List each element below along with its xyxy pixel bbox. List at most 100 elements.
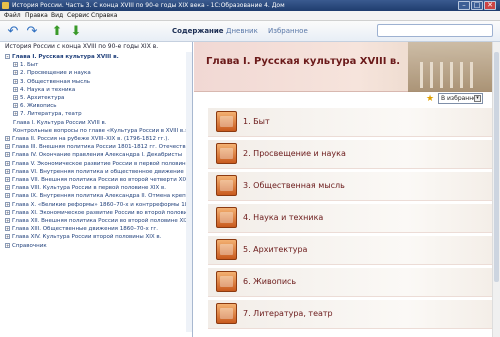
expand-icon[interactable]: + <box>5 185 10 191</box>
tree-item-label: Справочник <box>12 242 47 249</box>
topic-item[interactable]: 2. Просвещение и наука <box>208 140 492 169</box>
tree-item-label: Глава XIII. Общественные движения 1860–7… <box>12 226 158 233</box>
topic-item-label: 2. Просвещение и наука <box>243 149 346 158</box>
expand-icon[interactable]: + <box>5 160 10 166</box>
expand-icon[interactable]: + <box>5 226 10 232</box>
chevron-down-icon[interactable]: ▾ <box>474 95 481 102</box>
menu-tools[interactable]: Сервис <box>67 12 89 20</box>
expand-icon[interactable]: + <box>13 62 18 68</box>
tree-item-label: Глава IX. Внутренняя политика Александра… <box>12 193 192 200</box>
expand-icon[interactable]: + <box>13 86 18 92</box>
tab-contents[interactable]: Содержание <box>172 27 224 36</box>
tree-item[interactable]: + Глава VII. Внешняя политика России во в… <box>5 176 192 184</box>
expand-icon[interactable]: + <box>5 152 10 158</box>
expand-icon[interactable]: + <box>5 201 10 207</box>
menu-file[interactable]: Файл <box>4 12 21 20</box>
forward-arrow-icon[interactable]: ↷ <box>24 24 40 40</box>
tree-item-label: Глава I. Культура России XVIII в. <box>13 119 107 126</box>
tree-header: История России с конца XVIII по 90-е год… <box>5 43 159 50</box>
menu-view[interactable]: Вид <box>51 12 63 20</box>
tree-item[interactable]: Глава I. Культура России XVIII в. <box>13 119 106 127</box>
tree-item-label: Глава XI. Экономическое развитие России … <box>12 209 193 216</box>
search-input[interactable] <box>377 24 493 37</box>
tree-item[interactable]: + Глава XII. Внешняя политика России во в… <box>5 217 193 225</box>
star-icon[interactable]: ★ <box>426 94 434 104</box>
topic-item[interactable]: 1. Быт <box>208 108 492 137</box>
back-arrow-icon[interactable]: ↶ <box>5 24 21 40</box>
expand-icon[interactable]: + <box>5 242 10 248</box>
menu-help[interactable]: Справка <box>91 12 117 20</box>
tree-item-label: Глава I. Русская культура XVIII в. <box>12 54 119 60</box>
expand-icon[interactable]: + <box>5 209 10 215</box>
favorites-row: ★ В избранное ▾ <box>194 92 492 106</box>
tree-item-label: Глава II. Россия на рубеже XVIII–XIX в. … <box>12 136 170 142</box>
tree-item[interactable]: +5. Архитектура <box>13 94 64 102</box>
expand-icon[interactable]: + <box>13 78 18 84</box>
folder-icon <box>216 207 237 228</box>
topic-item[interactable]: 6. Живопись <box>208 268 492 297</box>
tree-scrollbar[interactable] <box>186 52 192 332</box>
expand-icon[interactable]: + <box>5 218 10 223</box>
title-bar: История России. Часть 3. С конца XVIII п… <box>0 0 500 11</box>
expand-icon[interactable]: + <box>5 168 10 174</box>
add-to-favorites-select[interactable]: В избранное ▾ <box>438 93 483 104</box>
topic-item[interactable]: 4. Наука и техника <box>208 204 492 233</box>
close-button[interactable]: ✕ <box>484 1 496 10</box>
tree-item-label: Глава X. «Великие реформы» 1860–70-х и к… <box>12 201 193 208</box>
minimize-button[interactable]: – <box>458 1 470 10</box>
up-arrow-icon[interactable]: ⬆ <box>49 24 65 40</box>
topic-item[interactable]: 5. Архитектура <box>208 236 492 265</box>
tree-item[interactable]: + Глава VIII. Культура России в первой по… <box>5 184 166 192</box>
content-pane: Глава I. Русская культура XVIII в. ★ В и… <box>194 42 500 337</box>
tree-item[interactable]: +2. Просвещение и наука <box>13 69 91 77</box>
tree-item[interactable]: +1. Быт <box>13 61 38 69</box>
topic-item[interactable]: 7. Литература, театр <box>208 300 492 329</box>
expand-icon[interactable]: + <box>13 95 18 100</box>
expand-icon[interactable]: + <box>5 144 10 150</box>
tree-item[interactable]: + Глава VI. Внутренняя политика и обществ… <box>5 168 193 176</box>
tab-diary[interactable]: Дневник <box>226 27 258 36</box>
tree-item[interactable]: + Глава X. «Великие реформы» 1860–70-х и … <box>5 201 193 209</box>
tree-item-label: 3. Общественная мысль <box>20 78 91 85</box>
expand-icon[interactable]: + <box>13 111 18 117</box>
tree-item[interactable]: +7. Литература, театр <box>13 110 82 118</box>
menu-bar: Файл Правка Вид Сервис Справка <box>0 11 500 21</box>
tree-item-label: 4. Наука и техника <box>20 86 76 93</box>
tree-item-label: Глава XII. Внешняя политика России во вт… <box>12 218 193 224</box>
tree-item[interactable]: + Справочник <box>5 242 47 250</box>
tree-item[interactable]: + Глава XIII. Общественные движения 1860–… <box>5 225 158 233</box>
tree-item[interactable]: + Глава IX. Внутренняя политика Александр… <box>5 192 192 200</box>
content-scrollbar[interactable] <box>492 42 500 337</box>
tree-item[interactable]: + Глава XIV. Культура России второй полов… <box>5 233 161 241</box>
chapter-title: Глава I. Русская культура XVIII в. <box>206 56 401 67</box>
chapter-banner: Глава I. Русская культура XVIII в. <box>194 42 492 92</box>
tab-favorites[interactable]: Избранное <box>268 27 308 36</box>
tree-item[interactable]: + Глава II. Россия на рубеже XVIII–XIX в.… <box>5 135 169 143</box>
down-arrow-icon[interactable]: ⬇ <box>68 24 84 40</box>
expand-icon[interactable]: + <box>5 177 10 182</box>
tree-item-label: Контрольные вопросы по главе «Культура Р… <box>13 127 189 134</box>
folder-icon <box>216 303 237 324</box>
tree-item[interactable]: – Глава I. Русская культура XVIII в. <box>5 53 119 61</box>
tree-item-label: Глава VI. Внутренняя политика и обществе… <box>12 168 193 175</box>
folder-icon <box>216 143 237 164</box>
expand-icon[interactable]: + <box>5 193 10 199</box>
expand-icon[interactable]: + <box>13 103 18 109</box>
tree-item[interactable]: + Глава V. Экономическое развитие России … <box>5 160 192 168</box>
tree-item-label: Глава III. Внешняя политика России 1801-… <box>12 144 192 151</box>
expand-icon[interactable]: + <box>5 136 10 141</box>
tree-item[interactable]: +6. Живопись <box>13 102 57 110</box>
topic-item[interactable]: 3. Общественная мысль <box>208 172 492 201</box>
tree-item[interactable]: +4. Наука и техника <box>13 86 75 94</box>
scroll-thumb[interactable] <box>494 52 499 282</box>
tree-item[interactable]: + Глава IV. Окончание правления Александр… <box>5 151 182 159</box>
expand-icon[interactable]: + <box>5 234 10 240</box>
menu-edit[interactable]: Правка <box>25 12 48 20</box>
tree-item[interactable]: +3. Общественная мысль <box>13 78 90 86</box>
tree-item[interactable]: + Глава III. Внешняя политика России 1801… <box>5 143 192 151</box>
maximize-button[interactable]: □ <box>471 1 483 10</box>
tree-item[interactable]: + Глава XI. Экономическое развитие России… <box>5 209 193 217</box>
expand-icon[interactable]: + <box>13 70 18 76</box>
tree-item[interactable]: Контрольные вопросы по главе «Культура Р… <box>13 127 188 135</box>
collapse-icon[interactable]: – <box>5 54 10 59</box>
